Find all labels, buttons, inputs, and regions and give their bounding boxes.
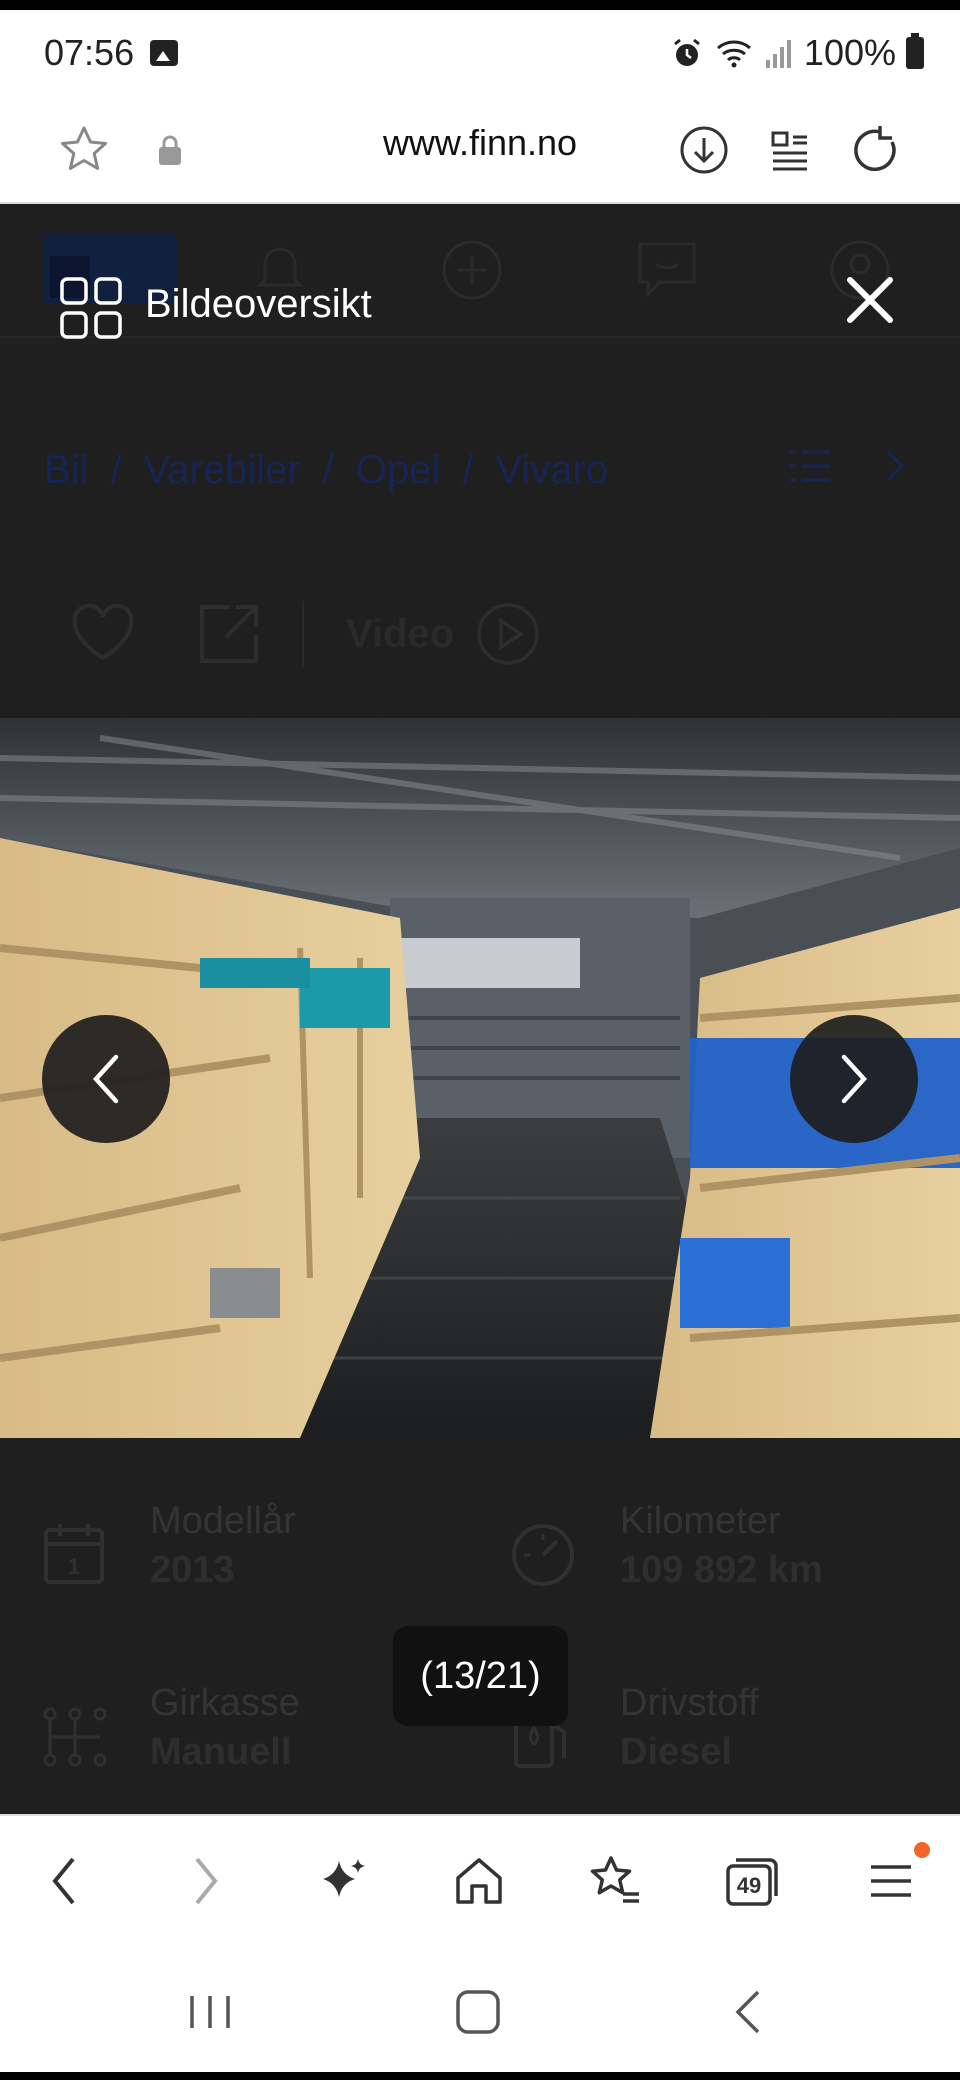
breadcrumb-item[interactable]: Vivaro [495,448,608,492]
speedometer-icon [512,1524,574,1586]
chevron-right-icon [841,1054,868,1104]
spec-value: 109 892 km [620,1549,823,1591]
wifi-icon [716,40,751,68]
back-nav-button[interactable] [720,1982,780,2042]
browser-url-bar: www.finn.no [0,100,960,204]
spec-kilometer: Kilometer 109 892 km [620,1500,823,1592]
next-image-button[interactable] [790,1015,918,1143]
battery-icon [906,33,924,69]
spec-label: Girkasse [150,1682,300,1724]
chevron-right-icon [195,1857,218,1905]
spec-label: Drivstoff [620,1682,759,1724]
status-bar: 07:56 100% [0,0,960,100]
spec-model-year: Modellår 2013 [150,1500,296,1592]
spec-value: Diesel [620,1731,732,1773]
tabs-icon: 49 [726,1858,778,1906]
tabs-button[interactable]: 49 [718,1846,788,1916]
breadcrumb-separator: / [110,448,122,492]
forward-button[interactable] [170,1846,240,1916]
close-icon[interactable] [840,270,900,330]
battery-percent: 100% [803,32,896,73]
video-label[interactable]: Video [346,612,454,657]
download-icon[interactable] [674,120,734,180]
alarm-icon [673,38,700,66]
previous-image-button[interactable] [42,1015,170,1143]
grid-overview-icon[interactable] [60,277,122,339]
play-video-icon[interactable] [476,602,540,666]
menu-button[interactable] [856,1846,926,1916]
spec-label: Kilometer [620,1500,781,1542]
breadcrumb: Bil / Varebiler / Opel / Vivaro [44,448,608,493]
gallery-overlay-header: Bildeoversikt [0,255,960,355]
notification-dot [914,1842,930,1858]
favorite-heart-icon[interactable] [70,604,136,664]
calendar-icon: 1 [44,1524,104,1584]
gallery-title[interactable]: Bildeoversikt [145,282,372,327]
breadcrumb-separator: / [462,448,474,492]
recent-apps-button[interactable] [180,1982,240,2042]
breadcrumb-item[interactable]: Opel [356,448,441,492]
browser-toolbar: 49 [0,1814,960,1946]
share-icon[interactable] [196,601,262,667]
home-button[interactable] [444,1846,514,1916]
calendar-day: 1 [68,1554,80,1579]
breadcrumb-item[interactable]: Varebiler [144,448,301,492]
reload-icon[interactable] [846,120,906,180]
breadcrumb-separator: / [322,448,334,492]
reader-mode-icon[interactable] [760,120,820,180]
sparkle-icon [323,1859,365,1897]
spec-value: Manuell [150,1731,292,1773]
hamburger-menu-icon [871,1865,911,1897]
spec-gearbox: Girkasse Manuell [150,1682,300,1774]
ai-assistant-button[interactable] [308,1846,378,1916]
chevron-right-icon[interactable] [880,446,910,486]
tab-count: 49 [737,1873,761,1898]
recent-apps-icon [190,1996,230,2028]
spec-fuel: Drivstoff Diesel [620,1682,759,1774]
system-navigation-bar [0,1946,960,2080]
gearbox-icon [43,1707,107,1767]
chevron-left-icon [52,1857,75,1905]
status-right: 100% [670,32,924,74]
back-button[interactable] [30,1846,100,1916]
signal-icon [765,40,791,68]
breadcrumb-item[interactable]: Bil [44,448,88,492]
spec-label: Modellår [150,1500,296,1542]
bookmarks-button[interactable] [580,1846,650,1916]
bookmarks-star-icon [590,1856,639,1903]
home-square-icon [456,1990,500,2034]
gallery-notification-icon [150,40,178,66]
home-icon [456,1858,502,1904]
status-time: 07:56 [44,32,135,73]
ad-actions: Video [70,594,540,674]
chevron-left-icon [92,1054,119,1104]
spec-value: 2013 [150,1549,235,1591]
divider [302,601,304,667]
image-counter: (13/21) [393,1626,568,1726]
list-icon[interactable] [788,446,832,486]
home-nav-button[interactable] [448,1982,508,2042]
back-chevron-icon [735,1990,760,2034]
